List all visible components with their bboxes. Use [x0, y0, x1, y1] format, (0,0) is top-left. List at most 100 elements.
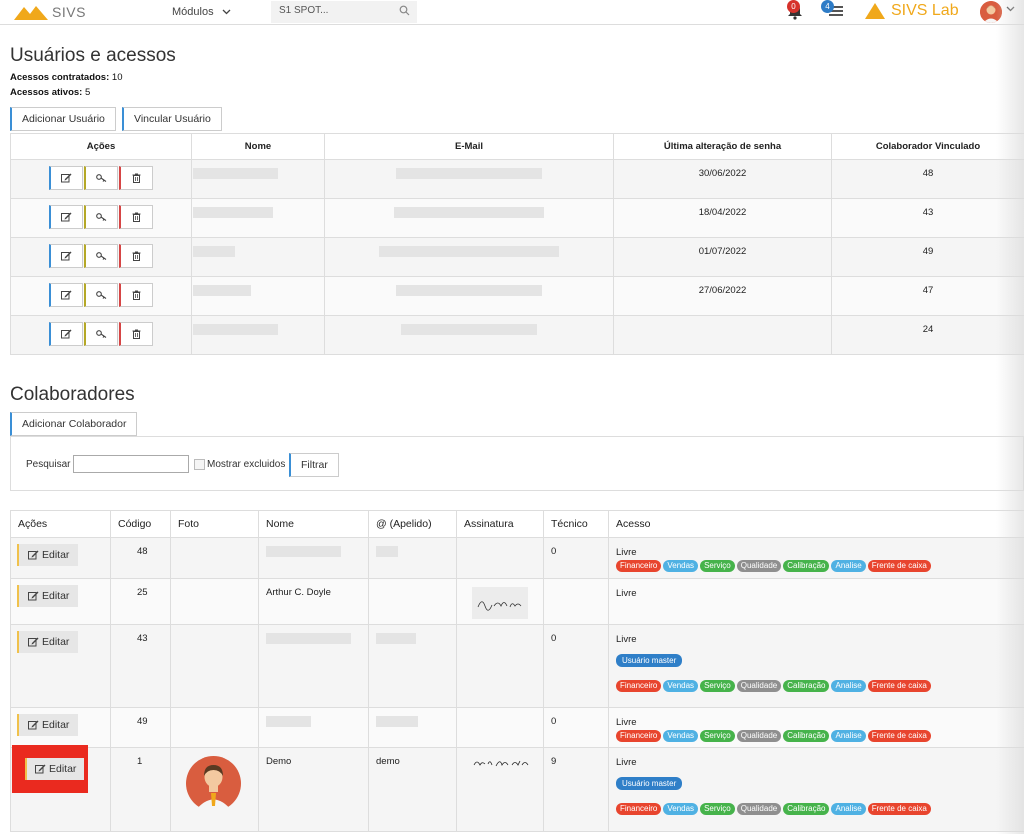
trash-icon [132, 329, 140, 339]
collab-name-cell [258, 707, 369, 748]
key-icon [95, 252, 106, 260]
access-tag: Analise [831, 560, 866, 572]
edit-user-button[interactable] [48, 205, 83, 229]
edit-user-button[interactable] [48, 244, 83, 268]
users-table: Ações Nome E-Mail Última alteração de se… [10, 133, 1024, 355]
chevron-down-icon[interactable] [1006, 6, 1015, 12]
collaborator-row: Editar 49 0 Livre Financeiro Vendas Serviço Qua… [10, 707, 1024, 748]
reset-password-button[interactable] [83, 322, 118, 346]
edit-icon [60, 251, 71, 261]
delete-user-button[interactable] [118, 205, 153, 229]
collab-technician-cell: 0 [543, 624, 609, 708]
collab-technician-cell: 0 [543, 537, 609, 579]
col-linked-collaborator: Colaborador Vinculado [831, 133, 1024, 160]
notification-count-badge: 0 [787, 0, 800, 13]
col-code: Código [110, 510, 171, 538]
filter-panel: Pesquisar Mostrar excluidos Filtrar [10, 436, 1024, 491]
user-action-group [48, 283, 154, 307]
show-deleted-checkbox[interactable] [194, 459, 205, 470]
add-collaborator-button[interactable]: Adicionar Colaborador [10, 412, 138, 436]
redacted-email [396, 285, 542, 296]
edit-collaborator-button[interactable]: Editar [17, 544, 79, 566]
collab-photo-cell [170, 747, 259, 832]
modules-menu[interactable]: Módulos [172, 6, 231, 18]
reset-password-button[interactable] [83, 244, 118, 268]
collab-actions-cell: Editar [10, 537, 111, 579]
edit-collaborator-button[interactable]: Editar [17, 585, 79, 607]
user-avatar[interactable] [980, 1, 1002, 23]
password-changed-cell [613, 315, 832, 355]
reset-password-button[interactable] [83, 166, 118, 190]
access-level: Livre [616, 547, 637, 558]
user-email-cell [324, 159, 614, 199]
redacted-email [401, 324, 537, 335]
edit-user-button[interactable] [48, 322, 83, 346]
access-tag: Serviço [700, 730, 735, 742]
filter-button[interactable]: Filtrar [289, 453, 339, 477]
edit-user-button[interactable] [48, 166, 83, 190]
access-tags: Financeiro Vendas Serviço Qualidade Calibraç… [616, 730, 1024, 742]
edit-collaborator-button[interactable]: Editar [17, 714, 79, 736]
key-icon [95, 174, 106, 182]
reset-password-button[interactable] [83, 205, 118, 229]
access-tag: Calibração [783, 680, 830, 692]
edit-collaborator-button[interactable]: Editar [17, 631, 79, 653]
col-name: Nome [258, 510, 369, 538]
user-action-group [48, 322, 154, 346]
users-table-header: Ações Nome E-Mail Última alteração de se… [10, 133, 1024, 160]
collab-search-input[interactable] [73, 455, 189, 473]
edit-label: Editar [42, 590, 70, 602]
delete-user-button[interactable] [118, 322, 153, 346]
collab-name-cell [258, 537, 369, 579]
delete-user-button[interactable] [118, 166, 153, 190]
collab-section-title: Colaboradores [10, 384, 135, 405]
access-tag: Vendas [663, 560, 699, 572]
collab-signature-cell [456, 747, 544, 832]
access-tag: Analise [831, 730, 866, 742]
user-row: 24 [10, 315, 1024, 355]
collab-photo-cell [170, 624, 259, 708]
collab-photo-cell [170, 578, 259, 625]
delete-user-button[interactable] [118, 283, 153, 307]
collaborator-row: 1 Demo demo 9 Livre Usuário master Financeiro V… [10, 747, 1024, 832]
top-bar: SIVS Módulos S1 SPOT... 0 4 SIVS Lab [0, 0, 1024, 25]
reset-password-button[interactable] [83, 283, 118, 307]
active-label: Acessos ativos: [10, 87, 83, 98]
add-user-button[interactable]: Adicionar Usuário [10, 107, 116, 131]
col-photo: Foto [170, 510, 259, 538]
redacted-name [266, 716, 311, 727]
collab-actions-cell: Editar [10, 578, 111, 625]
access-tag: Vendas [663, 803, 699, 815]
collab-name-cell [258, 624, 369, 708]
global-search-input[interactable]: S1 SPOT... [271, 1, 417, 23]
sivs-logo[interactable]: SIVS [14, 2, 86, 22]
col-password-changed: Última alteração de senha [613, 133, 832, 160]
user-name-cell [191, 159, 325, 199]
access-level: Livre [616, 588, 637, 599]
link-user-button[interactable]: Vincular Usuário [122, 107, 222, 131]
access-tag: Serviço [700, 803, 735, 815]
redacted-email [379, 246, 559, 257]
delete-user-button[interactable] [118, 244, 153, 268]
edit-icon [28, 550, 39, 560]
collab-access-cell: Livre [608, 578, 1024, 625]
user-actions-cell [10, 198, 192, 238]
linked-collaborator-cell: 24 [831, 315, 1024, 355]
edit-label: Editar [49, 763, 77, 775]
access-tag: Serviço [700, 680, 735, 692]
user-action-group [48, 166, 154, 190]
edit-icon [60, 290, 71, 300]
user-name-cell [191, 276, 325, 316]
redacted-name [266, 633, 351, 644]
contracted-access-stat: Acessos contratados: 10 [10, 72, 122, 83]
search-icon[interactable] [399, 5, 410, 16]
edit-icon [28, 637, 39, 647]
linked-collaborator-cell: 43 [831, 198, 1024, 238]
user-name-cell [191, 237, 325, 277]
edit-button-highlighted[interactable]: Editar [25, 758, 85, 780]
access-tag: Financeiro [616, 730, 662, 742]
access-tag: Vendas [663, 730, 699, 742]
edit-user-button[interactable] [48, 283, 83, 307]
show-deleted-label: Mostrar excluidos [207, 459, 286, 470]
active-value: 5 [84, 87, 91, 98]
